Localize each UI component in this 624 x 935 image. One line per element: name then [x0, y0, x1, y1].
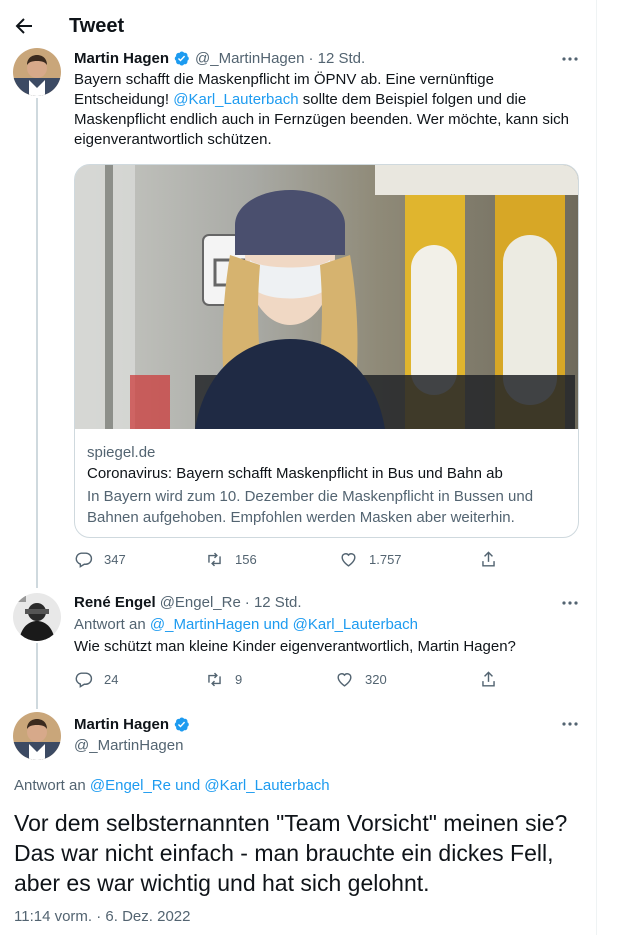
text-span: Entscheidung!: [74, 91, 174, 108]
card-title: Coronavirus: Bayern schafft Maskenpflich…: [87, 465, 503, 482]
reply-button[interactable]: 24: [74, 670, 118, 689]
tweet-text-line: Entscheidung! @Karl_Lauterbach sollte de…: [74, 90, 569, 110]
tweet-text: Wie schützt man kleine Kinder eigenveran…: [74, 638, 516, 655]
more-icon[interactable]: [559, 48, 581, 70]
share-button[interactable]: [479, 550, 509, 569]
like-icon: [337, 673, 352, 687]
share-button[interactable]: [479, 670, 509, 689]
tweet-time[interactable]: · 12 Std.: [308, 50, 365, 67]
mention-link[interactable]: @Engel_Re und @Karl_Lauterbach: [90, 777, 330, 794]
reply-count: 24: [104, 672, 119, 687]
avatar[interactable]: [13, 593, 61, 641]
verified-badge-icon: [173, 50, 190, 67]
reply-icon: [75, 672, 93, 688]
author-name[interactable]: René Engel: [74, 594, 156, 611]
tweet-text-line: eigenverantwortlich schützen.: [74, 131, 272, 148]
verified-badge-icon: [173, 716, 190, 733]
retweet-count: 156: [235, 552, 257, 567]
text-span: sollte dem Beispiel folgen und die: [298, 91, 527, 108]
retweet-button[interactable]: 9: [205, 670, 242, 689]
avatar[interactable]: [13, 48, 61, 96]
reply-button[interactable]: 347: [74, 550, 126, 569]
reply-context: Antwort an @Engel_Re und @Karl_Lauterbac…: [14, 777, 330, 794]
thread-line: [36, 643, 38, 709]
retweet-icon: [208, 672, 221, 687]
more-icon[interactable]: [559, 592, 581, 614]
author-handle-row: @_MartinHagen: [74, 737, 183, 754]
author-handle[interactable]: @_MartinHagen: [74, 737, 183, 754]
tweet-timestamp[interactable]: 11:14 vorm. · 6. Dez. 2022: [14, 908, 190, 925]
tweet-meta: René Engel @Engel_Re · 12 Std.: [74, 594, 302, 611]
like-icon: [341, 553, 356, 567]
tweet-text-line: Maskenpflicht endlich auch in Fernzügen …: [74, 111, 570, 128]
author-name[interactable]: Martin Hagen: [74, 50, 169, 67]
share-icon: [482, 671, 495, 687]
retweet-button[interactable]: 156: [205, 550, 257, 569]
page-header: Tweet: [0, 0, 597, 52]
more-icon[interactable]: [559, 713, 581, 735]
card-domain: spiegel.de: [87, 444, 156, 461]
back-arrow-icon[interactable]: [12, 14, 36, 38]
link-preview-card[interactable]: spiegel.de Coronavirus: Bayern schafft M…: [74, 164, 579, 538]
tweet-text: Bayern schafft die Maskenpflicht im ÖPNV…: [74, 70, 569, 150]
like-button[interactable]: 320: [335, 670, 387, 689]
like-button[interactable]: 1.757: [339, 550, 402, 569]
card-description: In Bayern wird zum 10. Dezember die Mask…: [87, 488, 534, 526]
tweet-time[interactable]: · 12 Std.: [245, 594, 302, 611]
tweet-detail-column: Tweet Martin Hagen @_MartinHagen · 12 St…: [0, 0, 597, 935]
retweet-count: 9: [235, 672, 243, 687]
author-name-row: Martin Hagen: [74, 716, 195, 733]
author-name[interactable]: Martin Hagen: [74, 716, 169, 733]
reply-icon: [75, 552, 93, 568]
mention-link[interactable]: @Karl_Lauterbach: [173, 91, 298, 108]
like-count: 1.757: [369, 552, 402, 567]
author-handle[interactable]: @Engel_Re: [160, 594, 241, 611]
reply-prefix: Antwort an: [14, 777, 90, 794]
author-handle[interactable]: @_MartinHagen: [195, 50, 304, 67]
reply-context: Antwort an @_MartinHagen und @Karl_Laute…: [74, 616, 418, 633]
reply-count: 347: [104, 552, 126, 567]
retweet-icon: [208, 552, 221, 567]
tweet-text-line: Bayern schafft die Maskenpflicht im ÖPNV…: [74, 71, 494, 88]
mention-link[interactable]: @_MartinHagen und @Karl_Lauterbach: [150, 616, 418, 633]
like-count: 320: [365, 672, 387, 687]
page-title: Tweet: [69, 15, 125, 37]
reply-prefix: Antwort an: [74, 616, 150, 633]
avatar[interactable]: [13, 712, 61, 760]
card-image: [75, 165, 578, 429]
share-icon: [482, 551, 495, 567]
thread-line: [36, 98, 38, 588]
tweet-meta: Martin Hagen @_MartinHagen · 12 Std.: [74, 50, 365, 67]
focused-tweet-text: Vor dem selbsternannten "Team Vorsicht" …: [14, 810, 568, 896]
